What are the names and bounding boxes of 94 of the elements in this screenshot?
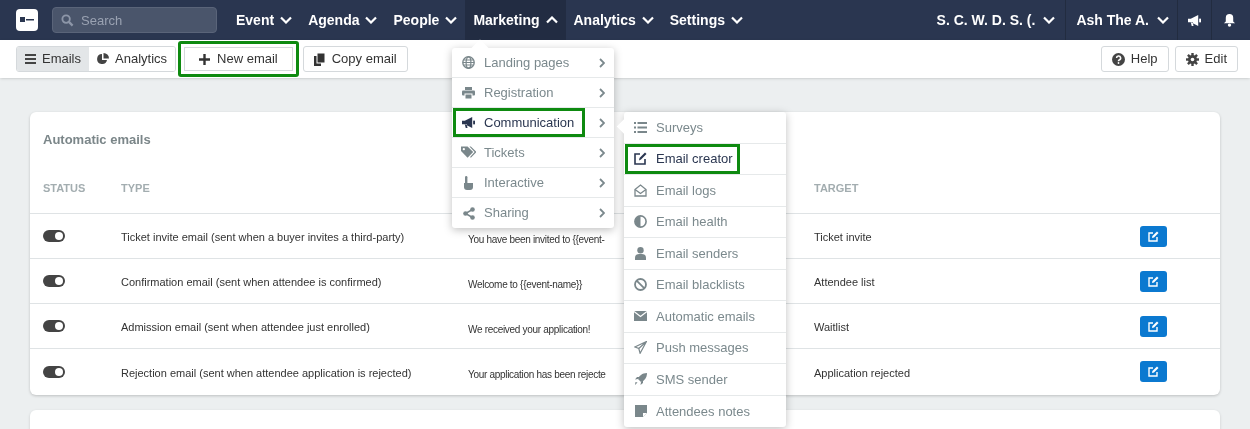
column-header: STATUS (43, 181, 86, 197)
copy-icon (313, 52, 325, 66)
chevron-down-icon (280, 16, 293, 24)
toggle-switch[interactable] (43, 230, 65, 242)
chevron-down-icon (731, 16, 743, 24)
toolbar-button[interactable]: Copy email (302, 46, 408, 72)
chevron-right-icon (599, 208, 605, 218)
megaphone-icon (461, 116, 476, 129)
ban-icon (633, 278, 648, 292)
chevron-down-icon (641, 16, 654, 24)
chevron-down-icon (445, 16, 458, 24)
help-icon (1111, 52, 1125, 66)
edit-button[interactable] (1140, 225, 1167, 247)
menu-item[interactable]: Surveys (656, 117, 703, 137)
table-cell: Confirmation email (sent when attendee is confirmed) (121, 276, 382, 288)
table-cell: Welcome to {{event-name}} (468, 278, 583, 290)
sticky-note-icon (633, 405, 648, 418)
menu-item[interactable]: Landing pages (484, 52, 570, 73)
card-title: Automatic emails (42, 131, 152, 149)
table-cell: Admission email (sent when attendee just enrolled) (121, 321, 370, 333)
chevron-down-icon (1043, 16, 1056, 24)
printer-icon (461, 86, 476, 99)
tags-icon (461, 146, 476, 159)
paper-plane-icon (633, 341, 648, 355)
chevron-down-icon (1157, 16, 1169, 24)
menu-item[interactable]: Tickets (484, 142, 525, 163)
person-icon (633, 246, 648, 260)
toolbar-button[interactable]: New email (178, 41, 299, 77)
rocket-icon (633, 372, 648, 386)
nav-menu[interactable]: Agenda (300, 0, 386, 40)
table-cell: Rejection email (sent when attendee application is rejected) (121, 366, 412, 379)
edit-icon (633, 152, 648, 166)
chevron-right-icon (599, 147, 605, 158)
chevron-right-icon (599, 117, 605, 128)
share-icon (461, 206, 476, 220)
menu-item[interactable]: Push messages (656, 338, 749, 358)
envelope-icon (633, 311, 648, 322)
nav-menu[interactable]: Analytics (565, 0, 662, 40)
half-circle-icon (633, 215, 648, 229)
toggle-switch[interactable] (43, 320, 65, 332)
chevron-right-icon (599, 57, 605, 68)
table-cell: Application rejected (814, 366, 910, 379)
app-logo[interactable] (16, 9, 38, 31)
gear-icon (1185, 52, 1199, 66)
list-icon (25, 54, 36, 64)
envelope-open-icon (633, 183, 648, 197)
chevron-right-icon (599, 87, 605, 98)
toggle-switch[interactable] (43, 275, 65, 287)
edit-button[interactable] (1140, 361, 1167, 382)
list-icon (633, 121, 648, 133)
pie-chart-icon (97, 53, 109, 65)
column-header: TYPE (121, 181, 150, 197)
menu-item[interactable]: Interactive (484, 172, 544, 193)
menu-item[interactable]: Email blacklists (656, 275, 745, 295)
nav-menu[interactable]: Marketing (465, 0, 566, 40)
edit-icon (1148, 366, 1159, 377)
nav-menu[interactable]: Event (228, 0, 301, 40)
chevron-down-icon (365, 16, 378, 24)
edit-button[interactable] (1140, 270, 1167, 292)
search-icon (61, 14, 74, 27)
menu-item[interactable]: Email senders (656, 243, 739, 263)
chevron-up-icon (545, 16, 558, 24)
edit-button[interactable] (1140, 315, 1167, 337)
menu-item[interactable]: SMS sender (656, 369, 728, 389)
table-cell: Waitlist (814, 321, 850, 333)
nav-menu[interactable]: Settings (661, 0, 751, 40)
view-tab[interactable]: Emails (17, 47, 89, 71)
toolbar-button[interactable]: Help (1100, 46, 1169, 72)
toolbar-button[interactable]: Edit (1174, 46, 1238, 72)
table-cell: Attendee list (814, 276, 875, 288)
column-header: TARGET (814, 181, 859, 197)
table-cell: You have been invited to {{event- (468, 233, 605, 245)
menu-item[interactable]: Attendees notes (656, 401, 750, 421)
menu-item[interactable]: Communication (484, 112, 575, 133)
table-cell: We received your application! (468, 323, 591, 335)
menu-item[interactable]: Registration (484, 82, 554, 103)
chevron-right-icon (599, 177, 605, 188)
globe-icon (461, 56, 476, 69)
menu-item[interactable]: Email logs (656, 180, 716, 200)
menu-item[interactable]: Email health (656, 212, 728, 232)
menu-item[interactable]: Automatic emails (656, 306, 755, 326)
table-cell: Ticket invite email (sent when a buyer invites a third-party) (121, 231, 405, 243)
plus-icon (199, 53, 211, 65)
pointing-hand-icon (461, 175, 476, 190)
menu-item[interactable]: Email creator (656, 149, 733, 169)
toggle-switch[interactable] (43, 365, 65, 378)
nav-menu[interactable]: People (385, 0, 466, 40)
edit-icon (1148, 275, 1159, 287)
search-field[interactable]: Search (52, 7, 217, 33)
table-cell: Ticket invite (814, 231, 872, 243)
edit-icon (1148, 230, 1159, 242)
table-cell: Your application has been rejecte (468, 369, 606, 380)
edit-icon (1148, 320, 1159, 332)
menu-item[interactable]: Sharing (484, 203, 529, 223)
